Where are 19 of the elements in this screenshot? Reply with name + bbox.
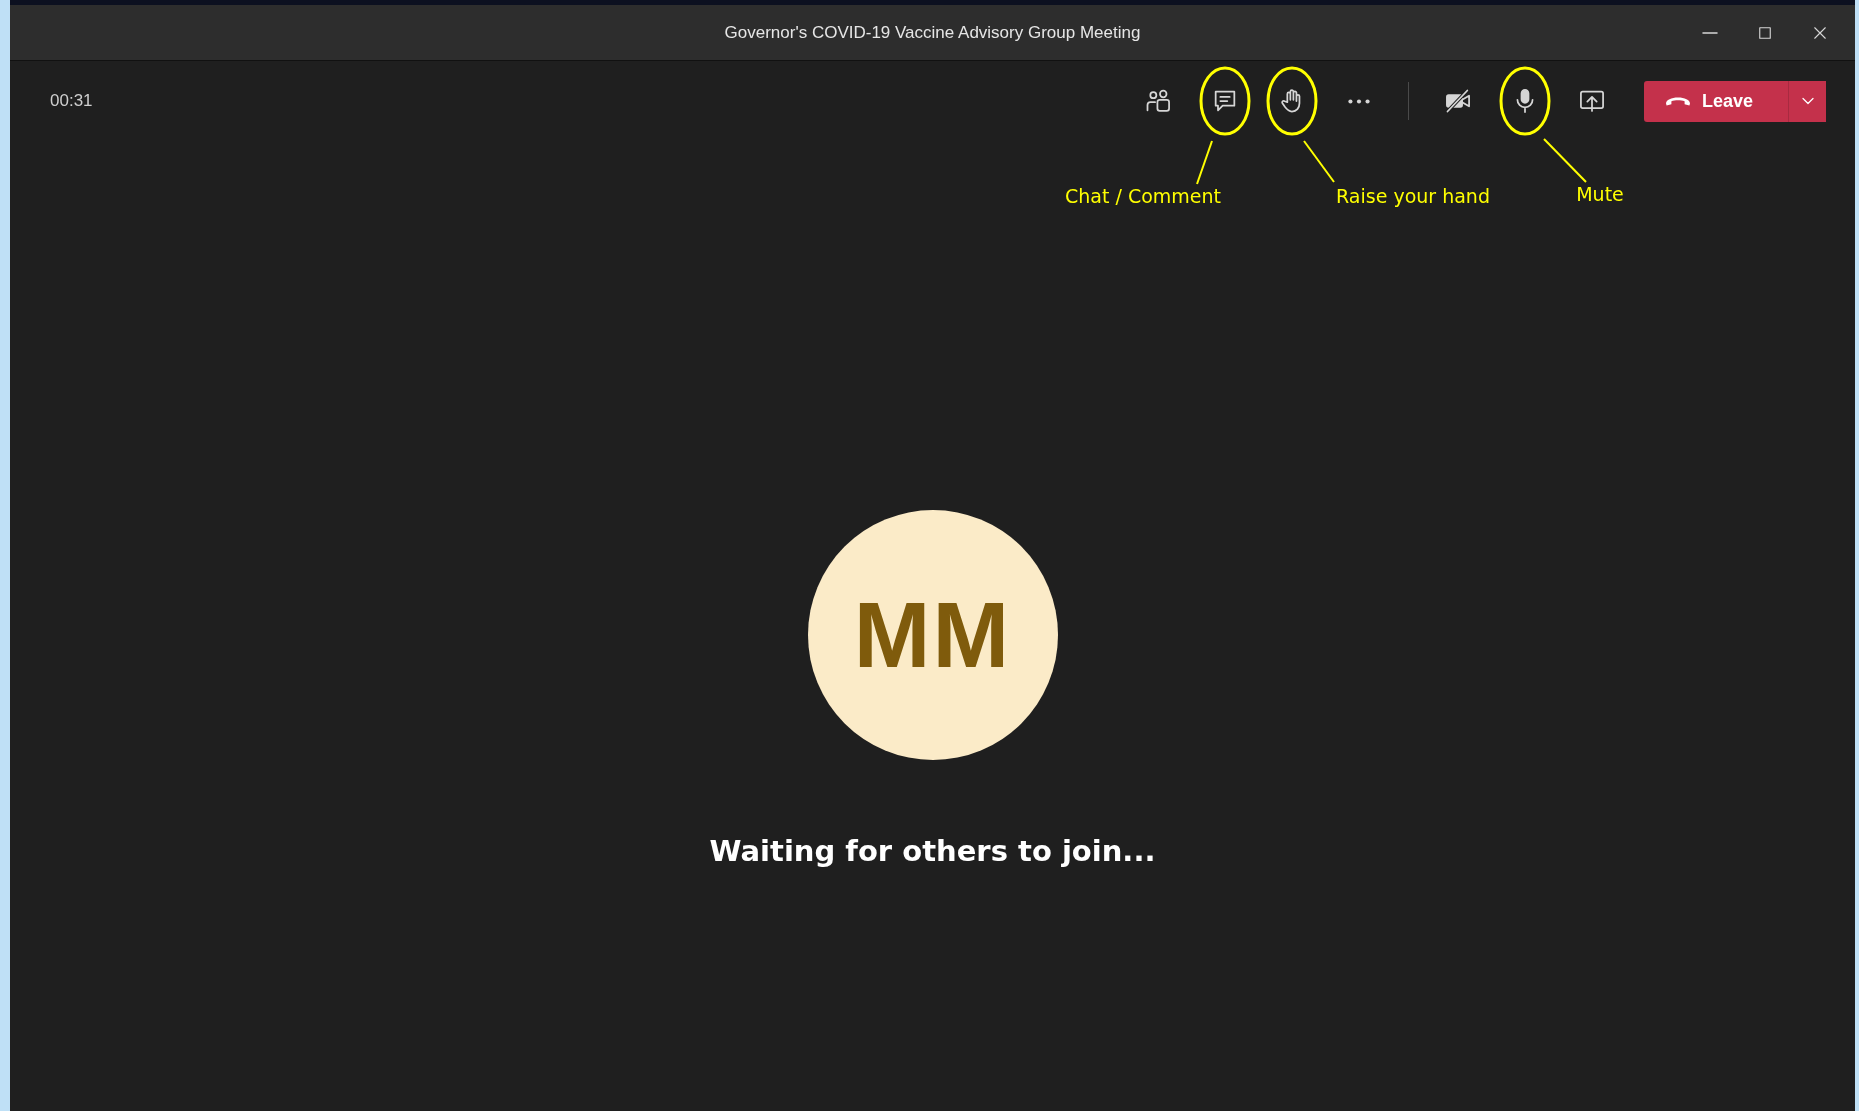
people-icon — [1144, 87, 1172, 115]
status-message: Waiting for others to join... — [709, 834, 1156, 868]
more-icon — [1348, 98, 1370, 104]
annotation-label: Chat / Comment — [1065, 185, 1221, 207]
highlight-ellipse — [1499, 66, 1551, 136]
minimize-icon — [1700, 31, 1719, 34]
leader-line — [1303, 140, 1335, 183]
annotation-label: Mute — [1576, 183, 1624, 205]
avatar-initials: MM — [807, 510, 1058, 760]
video-camera-off-icon — [1444, 87, 1472, 115]
window-title: Governor's COVID-19 Vaccine Advisory Group Meeting — [724, 22, 1141, 43]
leader-line — [1543, 138, 1587, 183]
highlight-ellipse — [1266, 66, 1318, 136]
highlight-ellipse — [1199, 66, 1251, 136]
call-timer: 00:31 — [50, 91, 93, 111]
leave-options-button[interactable] — [1788, 80, 1826, 122]
annotation-label: Raise your hand — [1336, 185, 1490, 207]
phone-icon — [1666, 96, 1690, 106]
leader-line — [1196, 140, 1213, 185]
